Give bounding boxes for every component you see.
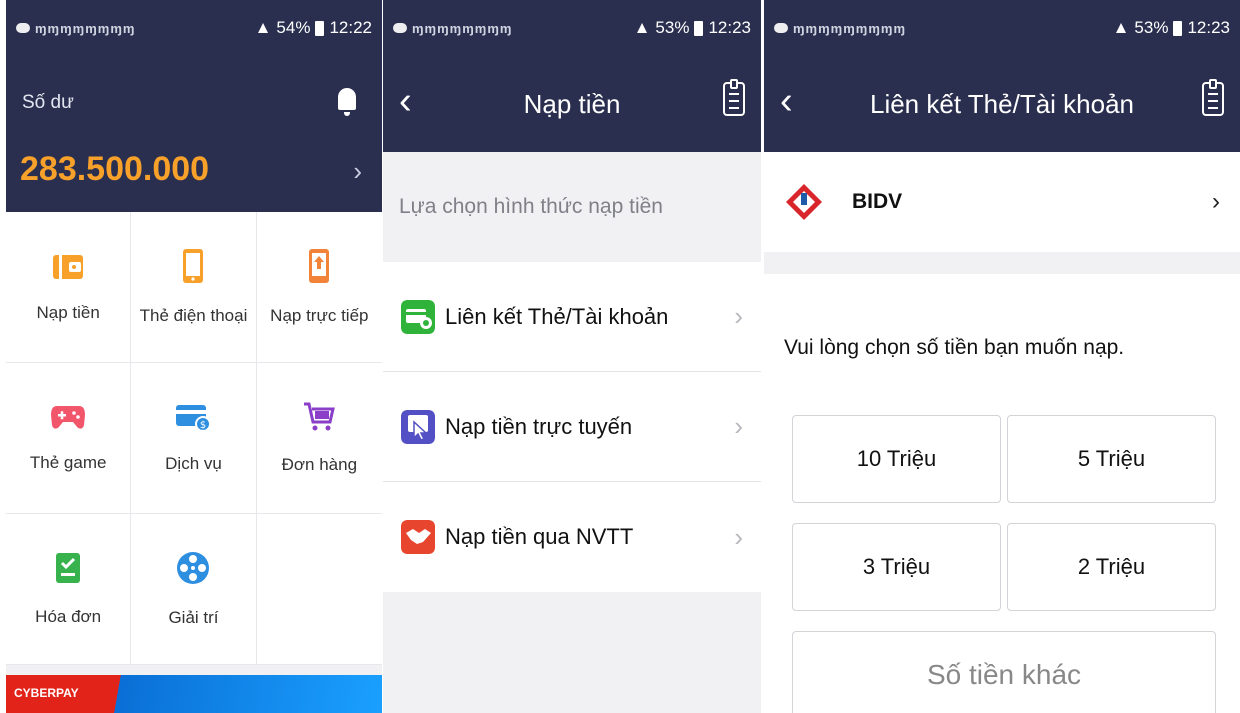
menu-item-label: Thẻ điện thoại [139, 306, 248, 325]
method-label: Nạp tiền trực tuyến [445, 413, 633, 439]
nav-bar: ‹ Nạp tiền [383, 56, 761, 152]
status-bar: ɱɱɱɱɱɱɱɱ ▲ 54% 12:22 [6, 0, 382, 56]
clipboard-icon[interactable] [1202, 79, 1224, 116]
other-amount-button[interactable]: Số tiền khác [792, 631, 1216, 713]
notification-icon [393, 23, 407, 33]
battery-percent: 53% [1134, 18, 1169, 37]
method-online[interactable]: Nạp tiền trực tuyến › [383, 372, 761, 482]
film-reel-icon [177, 552, 210, 584]
phone-upload-icon [309, 249, 330, 283]
chevron-right-icon: › [734, 521, 743, 552]
svg-text:$: $ [200, 420, 206, 431]
amount-3m-button[interactable]: 3 Triệu [792, 523, 1001, 611]
menu-item-label: Dịch vụ [165, 454, 222, 473]
chevron-right-icon: › [734, 411, 743, 441]
topup-method-list: Liên kết Thẻ/Tài khoản › Nạp tiền trực t… [383, 262, 761, 592]
signal-icon: ▲ [254, 18, 272, 37]
notification-icon [774, 23, 788, 33]
handshake-icon [401, 520, 435, 554]
page-title: Nạp tiền [523, 88, 621, 119]
menu-item-the-game[interactable]: Thẻ game [6, 363, 132, 514]
empty-cell [256, 514, 382, 665]
bidv-logo-icon [786, 184, 822, 220]
chevron-right-icon: › [1212, 188, 1220, 215]
app-notification-icons: ɱɱɱɱɱɱɱɱ [35, 20, 136, 36]
amount-5m-button[interactable]: 5 Triệu [1007, 415, 1216, 503]
method-label: Nạp tiền qua NVTT [445, 524, 634, 549]
battery-icon [315, 20, 325, 36]
chevron-right-icon[interactable]: › [353, 156, 362, 187]
menu-item-label: Nạp tiền [36, 303, 100, 322]
signal-icon: ▲ [1112, 18, 1130, 37]
notification-icon [16, 23, 30, 33]
status-bar: ɱɱɱɱɱɱɱɱ ▲ 53% 12:23 [383, 0, 761, 56]
battery-icon [1173, 20, 1183, 36]
cart-icon [304, 402, 336, 431]
menu-item-nap-truc-tiep[interactable]: Nạp trực tiếp [256, 212, 382, 363]
clock: 12:23 [708, 18, 751, 37]
menu-item-nap-tien[interactable]: Nạp tiền [6, 212, 132, 363]
bank-selector[interactable]: BIDV › [764, 152, 1240, 252]
battery-percent: 54% [276, 18, 311, 37]
balance-header: Số dư 283.500.000 › [6, 56, 382, 212]
menu-item-don-hang[interactable]: Đơn hàng [256, 363, 382, 514]
bank-name: BIDV [852, 190, 903, 213]
bill-icon [56, 553, 81, 583]
cyberpay-logo: CYBERPAY [14, 686, 79, 700]
app-notification-icons: ɱɱɱɱɱɱɱɱɱ [793, 20, 907, 36]
menu-item-hoa-don[interactable]: Hóa đơn [6, 514, 132, 665]
menu-item-dich-vu[interactable]: $ Dịch vụ [131, 363, 257, 514]
online-topup-icon [401, 409, 435, 444]
page-title: Liên kết Thẻ/Tài khoản [869, 88, 1135, 119]
card-icon: $ [176, 405, 212, 432]
back-icon[interactable]: ‹ [399, 80, 412, 123]
method-label: Liên kết Thẻ/Tài khoản [445, 303, 669, 329]
topup-screen: ɱɱɱɱɱɱɱɱ ▲ 53% 12:23 ‹ Nạp tiền Lựa chọn h… [383, 0, 761, 713]
service-grid: Nạp tiền Thẻ điện thoại Nạp trực tiếp Th… [6, 212, 382, 665]
menu-item-giai-tri[interactable]: Giải trí [131, 514, 257, 665]
clipboard-icon[interactable] [723, 79, 745, 116]
balance-label: Số dư [22, 92, 74, 113]
battery-icon [694, 20, 704, 36]
menu-item-label: Hóa đơn [35, 607, 102, 626]
topup-prompt: Lựa chọn hình thức nạp tiền [399, 195, 663, 218]
gamepad-icon [51, 406, 86, 429]
phone-icon [183, 249, 204, 283]
amount-2m-button[interactable]: 2 Triệu [1007, 523, 1216, 611]
app-notification-icons: ɱɱɱɱɱɱɱɱ [412, 20, 513, 36]
method-linked-card[interactable]: Liên kết Thẻ/Tài khoản › [383, 262, 761, 372]
nav-bar: ‹ Liên kết Thẻ/Tài khoản [764, 56, 1240, 152]
method-nvtt[interactable]: Nạp tiền qua NVTT › [383, 482, 761, 592]
balance-amount[interactable]: 283.500.000 [20, 150, 209, 189]
clock: 12:22 [329, 18, 372, 37]
back-icon[interactable]: ‹ [780, 80, 793, 123]
menu-item-the-dien-thoai[interactable]: Thẻ điện thoại [131, 212, 257, 363]
status-bar: ɱɱɱɱɱɱɱɱɱ ▲ 53% 12:23 [764, 0, 1240, 56]
bell-icon[interactable] [338, 88, 356, 116]
wallet-icon [53, 255, 84, 279]
home-screen: ɱɱɱɱɱɱɱɱ ▲ 54% 12:22 Số dư 283.500.000 › N… [6, 0, 382, 713]
promo-banner[interactable]: CYBERPAY [6, 675, 382, 713]
battery-percent: 53% [655, 18, 690, 37]
divider [764, 252, 1240, 274]
signal-icon: ▲ [633, 18, 651, 37]
linked-card-icon [401, 299, 435, 334]
link-account-screen: ɱɱɱɱɱɱɱɱɱ ▲ 53% 12:23 ‹ Liên kết Thẻ/Tài k… [764, 0, 1240, 713]
amount-10m-button[interactable]: 10 Triệu [792, 415, 1001, 503]
menu-item-label: Đơn hàng [281, 455, 358, 474]
menu-item-label: Giải trí [168, 608, 219, 627]
chevron-right-icon: › [734, 301, 743, 331]
amount-prompt: Vui lòng chọn số tiền bạn muốn nạp. [784, 336, 1125, 359]
clock: 12:23 [1187, 18, 1230, 37]
amount-options: 10 Triệu 5 Triệu 3 Triệu 2 Triệu Số tiền… [764, 393, 1240, 713]
menu-item-label: Thẻ game [29, 453, 107, 472]
menu-item-label: Nạp trực tiếp [270, 306, 369, 325]
